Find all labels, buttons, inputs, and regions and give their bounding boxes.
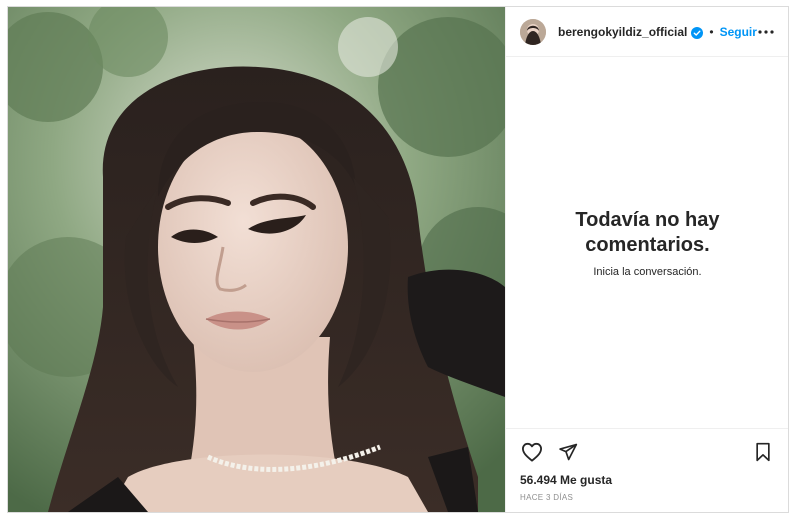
- comments-section: Todavía no hay comentarios. Inicia la co…: [506, 57, 788, 428]
- no-comments-subtitle: Inicia la conversación.: [593, 265, 702, 278]
- post-footer: 56.494 Me gusta HACE 3 DÍAS: [506, 428, 788, 512]
- post-photo[interactable]: [8, 7, 505, 512]
- more-options-icon[interactable]: [757, 23, 775, 41]
- bookmark-icon[interactable]: [751, 440, 775, 464]
- post-header: berengokyildiz_official • Seguir: [506, 7, 788, 57]
- heart-icon[interactable]: [520, 440, 544, 464]
- username-link[interactable]: berengokyildiz_official: [558, 25, 687, 39]
- follow-button[interactable]: Seguir: [720, 25, 757, 39]
- no-comments-title: Todavía no hay comentarios.: [575, 208, 720, 256]
- post-side-panel: berengokyildiz_official • Seguir Todavía…: [505, 7, 788, 512]
- post-dialog: berengokyildiz_official • Seguir Todavía…: [7, 6, 789, 513]
- portrait-image: [8, 7, 505, 512]
- likes-count[interactable]: 56.494 Me gusta: [520, 473, 775, 487]
- post-timestamp[interactable]: HACE 3 DÍAS: [520, 493, 775, 502]
- paper-plane-icon[interactable]: [556, 440, 580, 464]
- action-bar: [520, 439, 775, 465]
- avatar[interactable]: [520, 18, 546, 45]
- verified-badge-icon: [691, 26, 704, 39]
- separator-dot: •: [709, 24, 714, 39]
- avatar-image: [520, 18, 546, 45]
